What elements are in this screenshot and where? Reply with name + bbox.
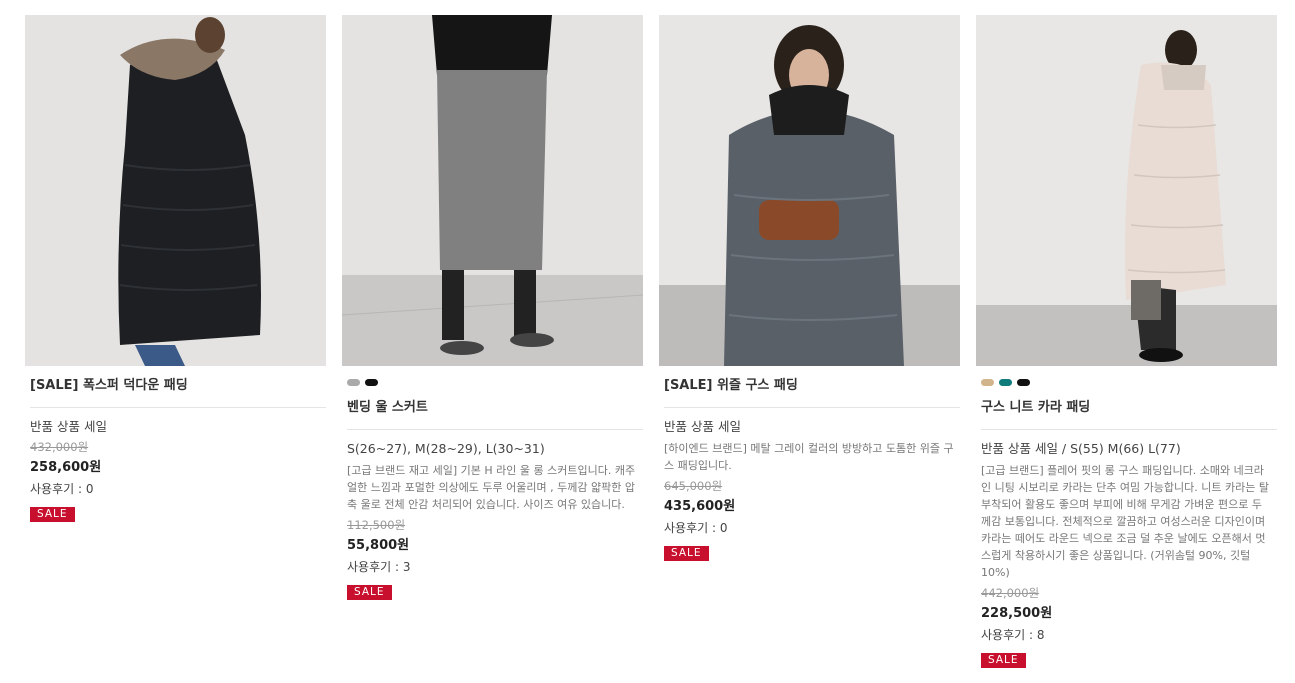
sale-price: 55,800원 [347,538,410,553]
product-summary: 반품 상품 세일 / S(55) M(66) L(77) [981,441,1181,456]
color-swatch[interactable] [347,379,360,386]
product-name[interactable]: 벤딩 울 스커트 [342,399,643,417]
divider [664,407,960,408]
product-card: [SALE] 폭스퍼 덕다운 패딩 반품 상품 세일 432,000원 258,… [25,15,326,522]
product-image-link[interactable] [659,15,960,366]
product-summary: 반품 상품 세일 [30,419,107,434]
product-summary: 반품 상품 세일 [664,419,741,434]
color-swatch[interactable] [999,379,1012,386]
review-count: 사용후기 : 3 [347,560,411,574]
original-price: 112,500원 [347,518,406,532]
product-photo [25,15,326,366]
product-photo [342,15,643,366]
product-name[interactable]: [SALE] 폭스퍼 덕다운 패딩 [25,377,326,395]
product-name[interactable]: 구스 니트 카라 패딩 [976,399,1277,417]
product-summary: S(26~27), M(28~29), L(30~31) [347,441,545,456]
divider [30,407,326,408]
color-swatches [347,379,643,393]
sale-price: 435,600원 [664,499,736,514]
product-image-link[interactable] [25,15,326,366]
product-card: 벤딩 울 스커트 S(26~27), M(28~29), L(30~31) [고… [342,15,643,600]
product-image-link[interactable] [342,15,643,366]
color-swatch[interactable] [365,379,378,386]
review-count: 사용후기 : 0 [30,482,94,496]
sale-price: 228,500원 [981,606,1053,621]
sale-badge: SALE [981,653,1026,668]
sale-price: 258,600원 [30,460,102,475]
product-description: [고급 브랜드 재고 세일] 기본 H 라인 울 롱 스커트입니다. 캐주얼한 … [347,464,636,511]
review-count: 사용후기 : 8 [981,628,1045,642]
product-image-link[interactable] [976,15,1277,366]
divider [347,429,643,430]
review-count: 사용후기 : 0 [664,521,728,535]
sale-badge: SALE [347,585,392,600]
color-swatch[interactable] [1017,379,1030,386]
divider [981,429,1277,430]
original-price: 432,000원 [30,440,89,454]
color-swatch[interactable] [981,379,994,386]
original-price: 442,000원 [981,586,1040,600]
color-swatches [981,379,1277,393]
sale-badge: SALE [664,546,709,561]
product-name[interactable]: [SALE] 위즐 구스 패딩 [659,377,960,395]
product-photo [659,15,960,366]
product-description: [고급 브랜드] 플레어 핏의 롱 구스 패딩입니다. 소매와 네크라인 니팅 … [981,464,1269,579]
product-card: [SALE] 위즐 구스 패딩 반품 상품 세일 [하이엔드 브랜드] 메탈 그… [659,15,960,561]
product-grid: [SALE] 폭스퍼 덕다운 패딩 반품 상품 세일 432,000원 258,… [0,0,1295,683]
product-photo [976,15,1277,366]
original-price: 645,000원 [664,479,723,493]
product-card: 구스 니트 카라 패딩 반품 상품 세일 / S(55) M(66) L(77)… [976,15,1277,668]
product-description: [하이엔드 브랜드] 메탈 그레이 컬러의 방방하고 도톰한 위즐 구스 패딩입… [664,442,954,472]
sale-badge: SALE [30,507,75,522]
